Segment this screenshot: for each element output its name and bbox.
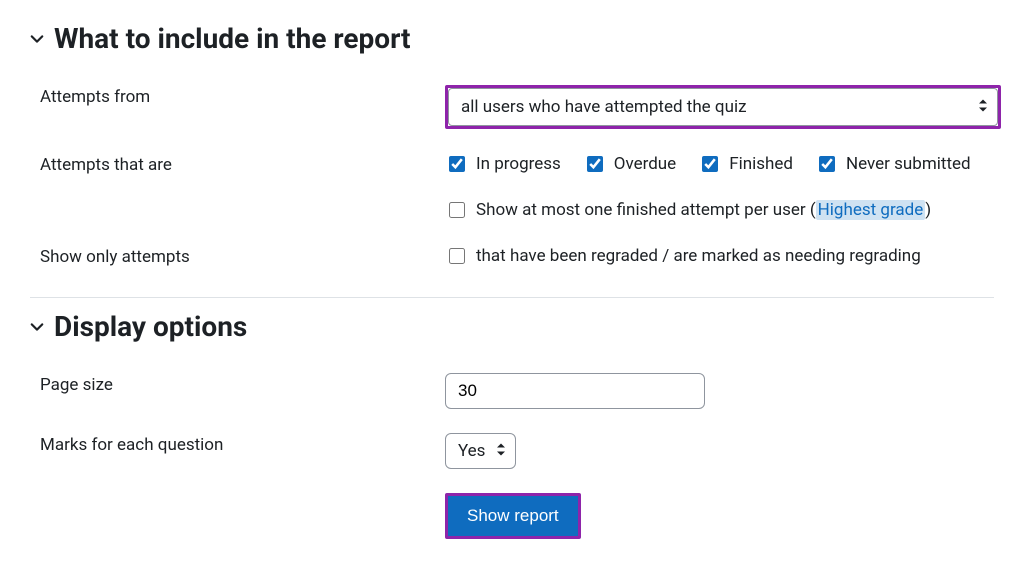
checkbox-overdue-label: Overdue xyxy=(614,154,676,174)
marks-for-each-question-label: Marks for each question xyxy=(30,429,445,455)
show-at-most-text: Show at most one finished attempt per us… xyxy=(476,200,931,220)
show-report-button[interactable]: Show report xyxy=(448,496,578,536)
checkbox-never-submitted-label: Never submitted xyxy=(846,154,971,174)
checkbox-overdue[interactable] xyxy=(587,156,603,172)
chevron-down-icon xyxy=(30,32,44,46)
highest-grade-link[interactable]: Highest grade xyxy=(816,200,926,220)
checkbox-finished[interactable] xyxy=(702,156,718,172)
section-what-to-include-toggle[interactable]: What to include in the report xyxy=(30,22,994,55)
checkbox-regraded[interactable] xyxy=(449,248,465,264)
attempts-that-are-label: Attempts that are xyxy=(30,149,445,175)
checkbox-never-submitted[interactable] xyxy=(819,156,835,172)
section-divider xyxy=(30,297,994,298)
attempts-from-label: Attempts from xyxy=(30,81,445,107)
section-display-options-heading: Display options xyxy=(54,310,247,343)
chevron-down-icon xyxy=(30,320,44,334)
page-size-label: Page size xyxy=(30,369,445,395)
checkbox-in-progress-label: In progress xyxy=(476,154,561,174)
checkbox-finished-label: Finished xyxy=(729,154,793,174)
marks-select[interactable]: Yes xyxy=(445,433,516,469)
page-size-input[interactable] xyxy=(445,373,705,409)
checkbox-regraded-label: that have been regraded / are marked as … xyxy=(476,246,921,266)
checkbox-show-at-most-one[interactable] xyxy=(449,202,465,218)
checkbox-in-progress[interactable] xyxy=(449,156,465,172)
select-caret-icon xyxy=(496,442,506,461)
attempts-from-select[interactable]: all users who have attempted the quiz xyxy=(448,88,998,126)
attempts-from-select-value: all users who have attempted the quiz xyxy=(448,88,998,126)
section-display-options-toggle[interactable]: Display options xyxy=(30,310,994,343)
section-what-to-include-heading: What to include in the report xyxy=(54,22,410,55)
show-only-attempts-label: Show only attempts xyxy=(30,241,445,267)
